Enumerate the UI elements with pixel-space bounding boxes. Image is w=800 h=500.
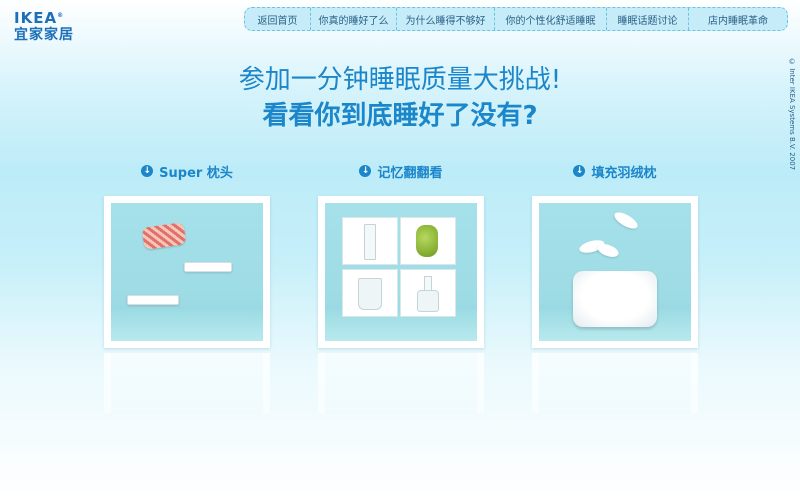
feather-icon (595, 241, 621, 260)
green-vase-icon (416, 225, 438, 257)
game-card-memory-flip[interactable] (318, 196, 484, 348)
nav-item-discussion[interactable]: 睡眠话题讨论 (607, 8, 689, 30)
game-memory-flip: ↓ 记忆翻翻看 (318, 160, 484, 413)
glass-icon (358, 278, 382, 310)
carafe-icon (417, 276, 439, 312)
down-arrow-icon: ↓ (141, 165, 154, 177)
card-reflection (532, 353, 698, 413)
headline-line2: 看看你到底睡好了没有? (262, 101, 538, 131)
tall-glass-vase-icon (364, 224, 376, 260)
flat-pillow-icon (184, 262, 232, 272)
game-super-pillow: ↓ Super 枕头 (104, 160, 270, 413)
game-title: 记忆翻翻看 (377, 165, 443, 181)
patterned-pillow-icon (141, 222, 187, 250)
game-label-fill-down-pillow[interactable]: ↓ 填充羽绒枕 (532, 160, 698, 182)
logo-reg-mark: ® (57, 12, 65, 19)
headline-line1: 参加一分钟睡眠质量大挑战! (238, 65, 562, 95)
flat-pillow-icon (127, 295, 179, 305)
game-title: 填充羽绒枕 (591, 165, 657, 181)
game-title: Super 枕头 (159, 165, 233, 181)
ikea-logo[interactable]: IKEA® 宜家家居 (14, 8, 74, 44)
game-label-memory-flip[interactable]: ↓ 记忆翻翻看 (318, 160, 484, 182)
game-card-fill-down-pillow[interactable] (532, 196, 698, 348)
logo-chinese: 宜家家居 (14, 27, 74, 43)
top-nav: 返回首页 你真的睡好了么 为什么睡得不够好 你的个性化舒适睡眠 睡眠话题讨论 店… (244, 7, 788, 31)
memory-tile[interactable] (400, 269, 456, 317)
game-fill-down-pillow: ↓ 填充羽绒枕 (532, 160, 698, 413)
down-pillow-icon (573, 271, 657, 327)
memory-tile[interactable] (342, 217, 398, 265)
memory-tile[interactable] (342, 269, 398, 317)
nav-item-personal-comfort[interactable]: 你的个性化舒适睡眠 (495, 8, 607, 30)
nav-item-store-revolution[interactable]: 店内睡眠革命 (689, 8, 787, 30)
memory-tile[interactable] (400, 217, 456, 265)
down-arrow-icon: ↓ (359, 165, 372, 177)
nav-item-really-sleep-well[interactable]: 你真的睡好了么 (311, 8, 397, 30)
nav-item-home[interactable]: 返回首页 (245, 8, 311, 30)
nav-item-why-not-enough[interactable]: 为什么睡得不够好 (397, 8, 495, 30)
card-reflection (104, 353, 270, 413)
down-arrow-icon: ↓ (573, 165, 586, 177)
feather-icon (611, 209, 641, 232)
game-label-super-pillow[interactable]: ↓ Super 枕头 (104, 160, 270, 182)
game-card-super-pillow[interactable] (104, 196, 270, 348)
logo-brand: IKEA (14, 9, 58, 27)
card-floor (111, 309, 263, 341)
card-reflection (318, 353, 484, 413)
